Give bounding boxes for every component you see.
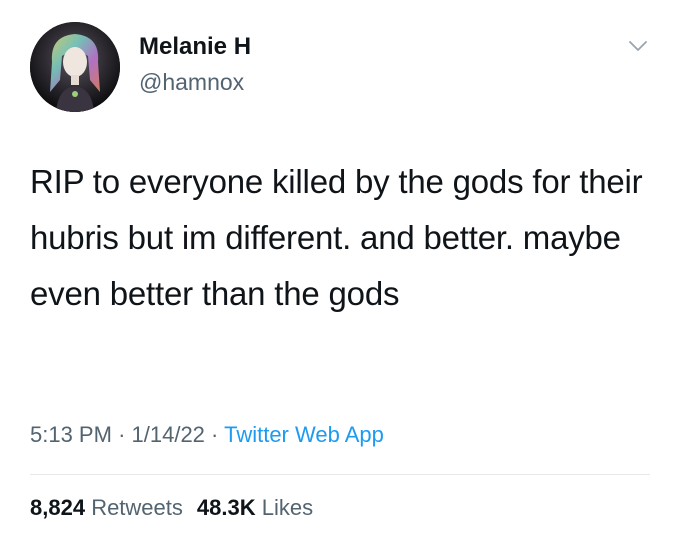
- tweet-text: RIP to everyone killed by the gods for t…: [30, 163, 643, 312]
- more-options-button[interactable]: [626, 36, 650, 56]
- tweet-meta: 5:13 PM · 1/14/22 · Twitter Web App: [30, 420, 384, 450]
- tweet-stats: 8,824 Retweets 48.3K Likes: [30, 493, 313, 523]
- divider: [30, 474, 650, 475]
- tweet-source-link[interactable]: Twitter Web App: [224, 422, 384, 447]
- tweet-time[interactable]: 5:13 PM: [30, 422, 112, 447]
- avatar-image: [30, 22, 120, 112]
- likes-count: 48.3K: [196, 495, 256, 520]
- tweet-date[interactable]: 1/14/22: [132, 422, 205, 447]
- retweets-count: 8,824: [30, 495, 86, 520]
- retweets-stat[interactable]: 8,824 Retweets: [30, 495, 183, 520]
- avatar[interactable]: [30, 22, 120, 112]
- chevron-down-icon: [629, 41, 647, 51]
- meta-separator: ·: [118, 422, 126, 447]
- meta-separator: ·: [211, 422, 219, 447]
- retweets-label: Retweets: [91, 495, 183, 520]
- author-name[interactable]: Melanie H: [139, 32, 251, 62]
- likes-stat[interactable]: 48.3K Likes: [197, 495, 313, 520]
- likes-label: Likes: [261, 495, 314, 520]
- author-handle[interactable]: @hamnox: [139, 67, 244, 97]
